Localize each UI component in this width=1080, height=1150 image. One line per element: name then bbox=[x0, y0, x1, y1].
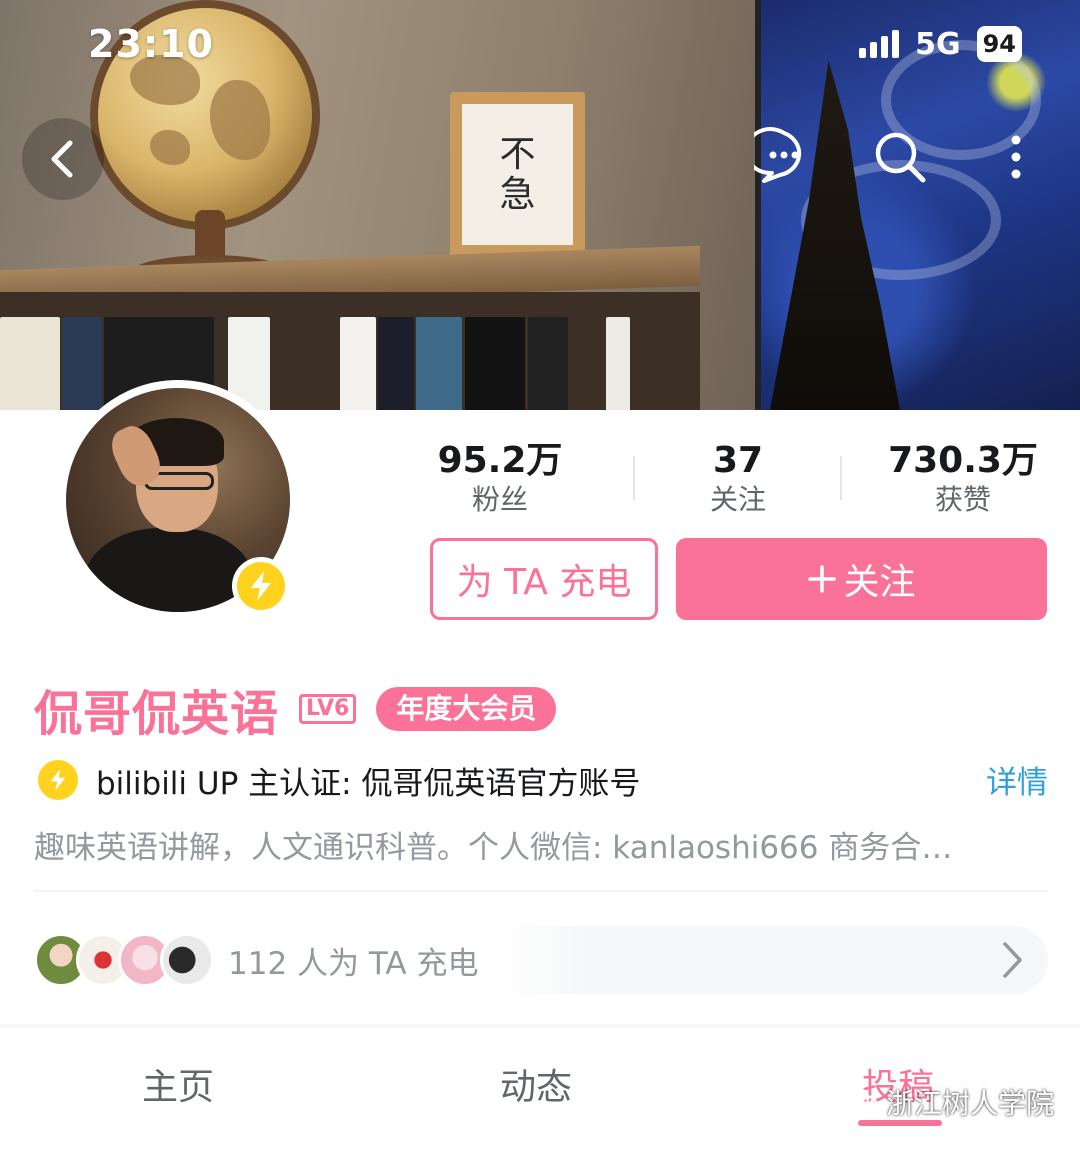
back-button[interactable] bbox=[22, 118, 104, 200]
vip-badge[interactable]: 年度大会员 bbox=[376, 687, 557, 731]
stat-following[interactable]: 37 关注 bbox=[623, 440, 853, 518]
status-time: 23:10 bbox=[88, 22, 214, 66]
signal-icon bbox=[859, 30, 900, 58]
certification-icon bbox=[38, 760, 78, 800]
profile-page: 不 急 23:10 5G 94 95.2万 粉丝 37 关注 730.3万 获赞… bbox=[0, 0, 1080, 1150]
charge-count-text: 112 人为 TA 充电 bbox=[228, 945, 479, 982]
certification-row: bilibili UP 主认证: 侃哥侃英语官方账号 详情 bbox=[38, 755, 1048, 805]
more-button[interactable] bbox=[984, 125, 1048, 189]
supporter-avatars bbox=[34, 933, 214, 987]
follow-button[interactable]: 关注 bbox=[676, 538, 1047, 620]
tab-dynamic[interactable]: 动态 bbox=[500, 1058, 572, 1110]
stat-fans[interactable]: 95.2万 粉丝 bbox=[385, 440, 615, 518]
bio-text[interactable]: 趣味英语讲解，人文通识科普。个人微信: kanlaoshi666 商务合… bbox=[34, 822, 1024, 867]
divider bbox=[34, 890, 1048, 892]
profile-stats: 95.2万 粉丝 37 关注 730.3万 获赞 bbox=[385, 440, 1075, 520]
banner-picture-frame: 不 急 bbox=[450, 92, 585, 257]
lightning-icon bbox=[50, 769, 66, 791]
chevron-left-icon bbox=[51, 140, 73, 178]
message-button[interactable] bbox=[752, 125, 816, 189]
stat-divider bbox=[840, 456, 842, 500]
stat-likes[interactable]: 730.3万 获赞 bbox=[848, 440, 1078, 518]
charge-supporters-row[interactable]: 112 人为 TA 充电 bbox=[34, 926, 1048, 994]
network-type: 5G bbox=[915, 26, 961, 62]
chat-bubble-icon bbox=[754, 127, 802, 183]
follow-label: 关注 bbox=[843, 562, 916, 603]
search-button[interactable] bbox=[868, 125, 932, 189]
level-badge: LV6 bbox=[299, 694, 357, 724]
lightning-icon bbox=[251, 571, 271, 601]
supporter-avatar bbox=[160, 933, 214, 987]
username-row: 侃哥侃英语 LV6 年度大会员 bbox=[34, 674, 557, 744]
detail-link[interactable]: 详情 bbox=[986, 757, 1048, 802]
chevron-right-icon bbox=[1003, 942, 1022, 978]
plus-icon bbox=[808, 565, 837, 593]
username: 侃哥侃英语 bbox=[34, 686, 280, 742]
battery-level: 94 bbox=[976, 26, 1022, 62]
tab-home[interactable]: 主页 bbox=[142, 1058, 214, 1110]
charge-badge bbox=[232, 557, 290, 615]
certification-text: bilibili UP 主认证: 侃哥侃英语官方账号 bbox=[96, 765, 641, 802]
wechat-icon bbox=[836, 1085, 879, 1118]
watermark: 浙江树人学院 bbox=[836, 1082, 1054, 1122]
status-icons: 5G 94 bbox=[859, 26, 1022, 62]
charge-button[interactable]: 为 TA 充电 bbox=[430, 538, 658, 620]
search-icon bbox=[875, 132, 926, 183]
more-vertical-icon bbox=[1011, 135, 1021, 179]
